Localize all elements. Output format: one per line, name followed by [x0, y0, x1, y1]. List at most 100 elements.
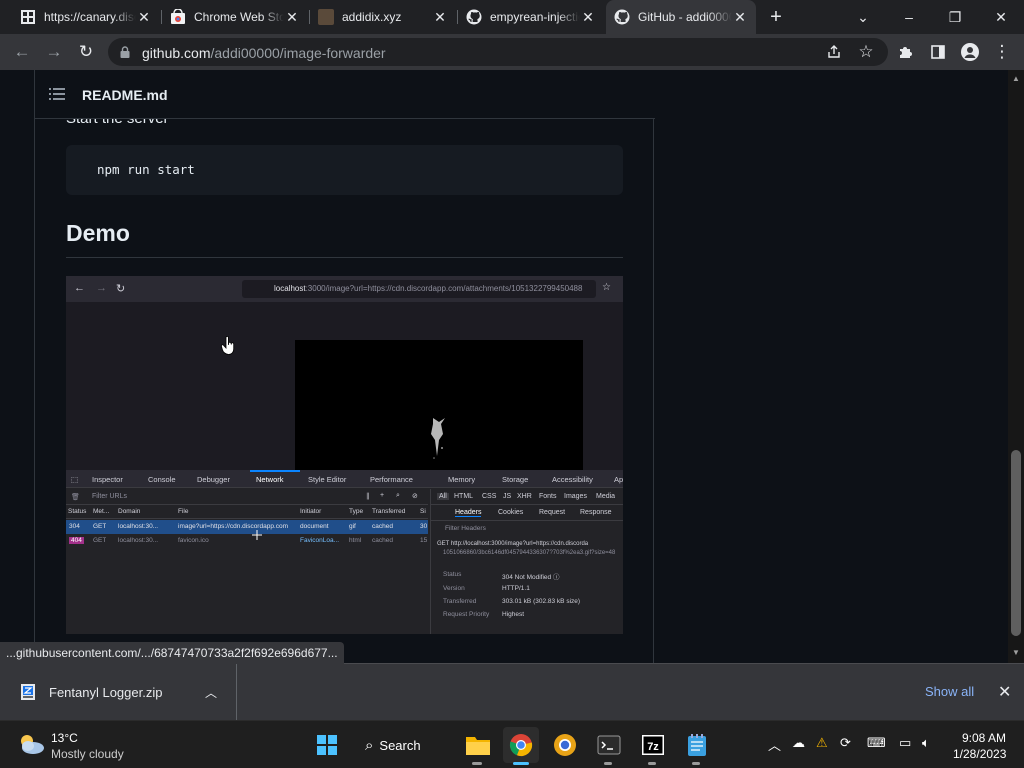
devtools-tab-debugger: Debugger [197, 475, 230, 484]
minimize-button[interactable]: – [886, 0, 932, 34]
tab-chrome-web-store[interactable]: Chrome Web Store ✕ [162, 0, 308, 34]
restore-button[interactable]: ❐ [932, 0, 978, 34]
show-all-button[interactable]: Show all [925, 684, 974, 699]
tab-title: GitHub - addi00000 [638, 10, 732, 24]
start-button[interactable] [309, 727, 345, 763]
new-tab-button[interactable]: + [764, 5, 788, 29]
notepad-button[interactable] [679, 727, 715, 763]
tab-strip: https://canary.discord.com ✕ Chrome Web … [0, 0, 1024, 34]
share-button[interactable] [822, 40, 846, 64]
chevron-down-icon: ⌄ [857, 8, 869, 25]
arrow-left-icon: ← [74, 282, 85, 294]
running-indicator [472, 762, 482, 765]
taskbar-search[interactable]: ⌕ Search [365, 733, 421, 757]
close-icon[interactable]: ✕ [998, 682, 1011, 702]
side-panel-button[interactable] [926, 40, 950, 64]
url-text[interactable]: github.com/addi00000/image-forwarder [142, 45, 386, 61]
extensions-button[interactable] [894, 40, 918, 64]
demo-url-rest: :3000/image?url=https://cdn.discordapp.c… [305, 284, 583, 293]
close-icon[interactable]: ✕ [732, 9, 748, 25]
details-tab-cookies: Cookies [498, 509, 524, 516]
scroll-thumb[interactable] [1011, 450, 1021, 636]
filter-html: HTML [454, 493, 474, 500]
demo-image[interactable]: ← → ↻ localhost:3000/image?url=https://c… [66, 276, 623, 634]
tab-search-button[interactable]: ⌄ [840, 0, 886, 34]
list-icon[interactable] [49, 87, 65, 101]
filter-images: Images [564, 493, 587, 500]
security-warning-icon[interactable]: ⚠ [816, 735, 828, 751]
devtools-tab-network: Network [256, 475, 284, 484]
clock-date[interactable]: 1/28/2023 [953, 747, 1006, 761]
zip-file-icon [21, 684, 35, 700]
scroll-up-icon[interactable]: ▲ [1012, 74, 1020, 83]
7zip-button[interactable]: 7z [635, 727, 671, 763]
close-icon[interactable]: ✕ [432, 9, 448, 25]
notepad-icon [688, 734, 706, 756]
window-close-button[interactable]: ✕ [978, 0, 1024, 34]
devtools-pick-icon: ⬚ [71, 475, 79, 484]
field-label: Status [443, 571, 462, 578]
col-file: File [178, 508, 189, 515]
close-icon[interactable]: ✕ [136, 9, 152, 25]
trash-icon: 🗑 [71, 494, 80, 501]
bookmark-button[interactable]: ☆ [854, 40, 878, 64]
menu-button[interactable]: ⋮ [990, 40, 1014, 64]
7zip-icon: 7z [642, 735, 664, 755]
table-row: 304 GET localhost:30... image?url=https:… [66, 520, 428, 534]
tab-addidix[interactable]: addidix.xyz ✕ [310, 0, 456, 34]
scroll-down-icon[interactable]: ▼ [1012, 648, 1020, 657]
close-icon[interactable]: ✕ [580, 9, 596, 25]
address-bar[interactable]: github.com/addi00000/image-forwarder [108, 38, 888, 66]
url-host: github.com [142, 45, 211, 61]
plus-icon: + [380, 492, 385, 499]
page-scrollbar[interactable]: ▲ ▼ [1008, 70, 1024, 663]
avatar-icon [961, 43, 979, 61]
download-item[interactable]: Fentanyl Logger.zip ︿ [0, 664, 237, 720]
weather-temperature[interactable]: 13°C [51, 731, 78, 745]
puzzle-icon [900, 47, 912, 58]
headers-filter: Filter Headers [445, 525, 486, 532]
sync-icon[interactable]: ⟳ [840, 735, 851, 751]
folder-icon [466, 737, 490, 755]
tab-empyrean[interactable]: empyrean-injection ✕ [458, 0, 604, 34]
code-block: npm run start [66, 145, 623, 195]
forward-button[interactable]: → [42, 40, 66, 64]
more-vertical-icon: ⋮ [993, 42, 1011, 61]
demo-browser-toolbar: ← → ↻ localhost:3000/image?url=https://c… [66, 276, 623, 302]
search-icon: ⌕ [396, 492, 400, 499]
filter-js: JS [503, 493, 512, 500]
devtools-tab-memory: Memory [448, 475, 476, 484]
chevron-up-icon[interactable]: ︿ [205, 684, 217, 701]
chrome-canary-button[interactable] [547, 727, 583, 763]
tab-github-active[interactable]: GitHub - addi00000 ✕ [606, 0, 756, 34]
chrome-taskbar-button[interactable] [503, 727, 539, 763]
tab-discord[interactable]: https://canary.discord.com ✕ [12, 0, 160, 34]
lock-icon[interactable] [118, 45, 132, 59]
reload-button[interactable]: ↻ [74, 40, 98, 64]
cell-domain: localhost:30... [118, 537, 159, 544]
cell-initiator: document [300, 523, 329, 530]
close-icon[interactable]: ✕ [284, 9, 300, 25]
cloud-offline-icon[interactable]: ☁ [792, 735, 805, 751]
back-button[interactable]: ← [10, 40, 34, 64]
file-explorer-button[interactable] [460, 727, 496, 763]
profile-button[interactable] [958, 40, 982, 64]
download-shelf: Fentanyl Logger.zip ︿ Show all ✕ [0, 663, 1024, 720]
field-value: 303.01 kB (302.83 kB size) [502, 598, 581, 605]
chrome-canary-icon [554, 734, 576, 756]
arrow-right-icon: → [96, 282, 107, 294]
filter-input: Filter URLs [92, 493, 128, 500]
keyboard-icon[interactable]: ⌨ [867, 735, 886, 751]
demo-url-host: localhost [274, 284, 306, 293]
clock-time[interactable]: 9:08 AM [962, 731, 1006, 745]
terminal-button[interactable] [591, 727, 627, 763]
chevron-up-icon[interactable]: ︿ [768, 735, 781, 754]
close-icon: ✕ [995, 8, 1007, 25]
devtools-tabs: ⬚ Inspector Console Debugger Network Sty… [66, 470, 623, 488]
demo-gif [295, 340, 583, 484]
volume-icon[interactable]: 🔈︎ [922, 735, 930, 751]
network-icon[interactable]: ▭ [899, 735, 911, 751]
cell-initiator: FaviconLoa... [300, 537, 340, 544]
cloudy-weather-icon[interactable] [16, 730, 46, 758]
weather-description[interactable]: Mostly cloudy [51, 747, 124, 761]
